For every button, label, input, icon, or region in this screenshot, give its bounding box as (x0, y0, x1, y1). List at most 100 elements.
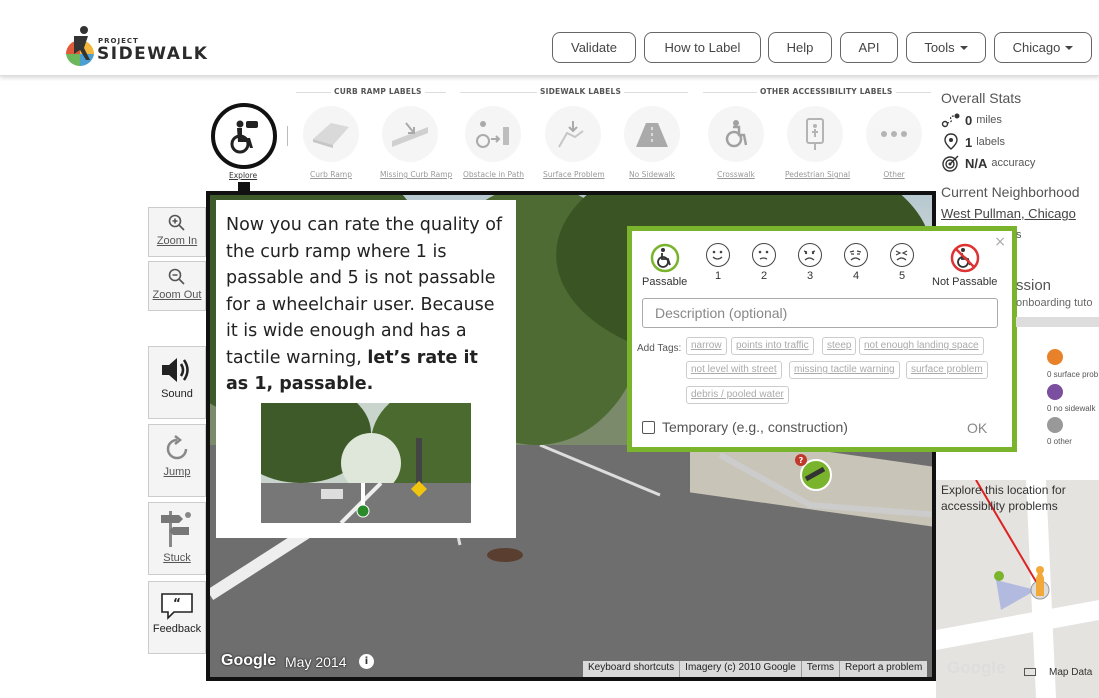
curb-ramp-tool[interactable]: Curb Ramp (301, 106, 361, 179)
speech-bubble-icon: “ (161, 593, 193, 620)
zoom-in-button[interactable]: Zoom In (148, 207, 206, 257)
obstacle-in-path-tool[interactable]: Obstacle in Path (463, 106, 524, 179)
more-dots-icon (866, 106, 922, 162)
sound-button[interactable]: Sound (148, 346, 206, 419)
crosswalk-tool[interactable]: Crosswalk (706, 106, 766, 179)
missing-curb-ramp-label: Missing Curb Ramp (380, 170, 453, 179)
tag-points-into-traffic[interactable]: points into traffic (731, 337, 814, 355)
miles-stat: 0 miles (941, 112, 1002, 128)
no-sidewalk-tool[interactable]: No Sidewalk (622, 106, 682, 179)
passable-wheelchair-icon (650, 243, 679, 273)
score-2-option[interactable]: 2 (752, 243, 776, 282)
not-passable-option[interactable]: Not Passable (932, 243, 997, 288)
pedestrian-signal-label: Pedestrian Signal (785, 170, 851, 179)
mission-subtitle-fragment: onboarding tuto (1016, 297, 1093, 309)
chevron-down-icon (1065, 45, 1074, 50)
obstacle-icon (465, 106, 521, 162)
project-sidewalk-logo[interactable]: PROJECT SIDEWALK (60, 24, 220, 70)
tag-not-enough-landing-space[interactable]: not enough landing space (859, 337, 984, 355)
keyboard-icon[interactable] (1024, 668, 1036, 676)
no-sidewalk-icon (624, 106, 680, 162)
google-logo: Google (221, 652, 277, 669)
zoom-out-label: Zoom Out (152, 289, 202, 301)
ok-button[interactable]: OK (967, 420, 987, 436)
current-neighborhood-title: Current Neighborhood (941, 184, 1080, 200)
curb-ramp-label: Curb Ramp (310, 170, 352, 179)
curb-ramp-icon (303, 106, 359, 162)
score-3-option[interactable]: 3 (798, 243, 822, 282)
other-label: Other (883, 170, 905, 179)
labels-unit: labels (976, 136, 1005, 148)
temporary-checkbox[interactable] (642, 420, 655, 434)
tag-not-level-with-street[interactable]: not level with street (686, 361, 782, 379)
explore-tool-button[interactable] (211, 103, 277, 169)
feedback-button[interactable]: “ Feedback (148, 581, 206, 654)
tutorial-text-plain: Now you can rate the quality of the curb… (226, 215, 503, 368)
severity-rating-popup: × Passable 1 2 3 4 5 Not Passable Descri… (627, 226, 1017, 452)
info-icon[interactable]: i (359, 654, 374, 669)
mission-title-fragment: ssion (1016, 277, 1052, 294)
no-sidewalk-label: No Sidewalk (629, 170, 675, 179)
terms-link[interactable]: Terms (802, 661, 841, 677)
passable-label: Passable (642, 276, 688, 288)
passable-option[interactable]: Passable (642, 243, 687, 288)
street-photo (261, 403, 471, 523)
score-5-option[interactable]: 5 (890, 243, 914, 282)
map-data-link[interactable]: Map Data (1049, 667, 1092, 678)
other-group-title: OTHER ACCESSIBILITY LABELS (757, 87, 896, 96)
surface-problem-tool[interactable]: Surface Problem (543, 106, 605, 179)
add-tags-label: Add Tags: (637, 343, 682, 354)
report-problem-link[interactable]: Report a problem (840, 661, 927, 677)
validate-button[interactable]: Validate (552, 32, 636, 63)
labels-stat: 1 labels (941, 133, 1005, 151)
chevron-down-icon (959, 45, 968, 50)
curb-ramp-marker-icon[interactable]: ? (794, 453, 834, 493)
temporary-checkbox-row[interactable]: Temporary (e.g., construction) (642, 419, 848, 435)
tag-debris-pooled-water[interactable]: debris / pooled water (686, 386, 789, 404)
tools-label: Tools (924, 40, 955, 55)
surface-problem-label: Surface Problem (543, 170, 605, 179)
api-button[interactable]: API (840, 32, 898, 63)
speaker-icon (162, 358, 189, 382)
imagery-date: May 2014 (285, 654, 347, 670)
jump-button[interactable]: Jump (148, 424, 206, 497)
tag-surface-problem[interactable]: surface problem (906, 361, 988, 379)
city-label: Chicago (1012, 40, 1061, 55)
zoom-out-button[interactable]: Zoom Out (148, 261, 206, 311)
stuck-button[interactable]: Stuck (148, 502, 206, 575)
mini-map-caption: Explore this location for accessibility … (941, 483, 1066, 513)
zoom-out-icon (168, 268, 185, 285)
keyboard-shortcuts-link[interactable]: Keyboard shortcuts (583, 661, 681, 677)
other-dot-icon (1047, 417, 1063, 433)
no-sidewalk-count: 0 no sidewalk (1047, 404, 1096, 413)
how-to-label-button[interactable]: How to Label (644, 32, 761, 63)
neighborhood-link[interactable]: West Pullman, Chicago (941, 206, 1076, 221)
face-crying-icon (890, 243, 914, 267)
imagery-credit: Imagery (c) 2010 Google (680, 661, 802, 677)
face-frown-icon (798, 243, 822, 267)
pedestrian-signal-icon (787, 106, 843, 162)
description-input[interactable]: Description (optional) (642, 298, 998, 328)
tools-dropdown[interactable]: Tools (906, 32, 986, 63)
tutorial-text: Now you can rate the quality of the curb… (226, 212, 506, 398)
score-1-label: 1 (714, 270, 722, 282)
sidewalk-group-title: SIDEWALK LABELS (537, 87, 625, 96)
accuracy-value: N/A (965, 155, 988, 171)
score-4-option[interactable]: 4 (844, 243, 868, 282)
wheelchair-binoculars-icon (230, 120, 258, 154)
tag-narrow[interactable]: narrow (686, 337, 727, 355)
help-button[interactable]: Help (768, 32, 832, 63)
tutorial-message: Now you can rate the quality of the curb… (216, 200, 516, 538)
tag-steep[interactable]: steep (822, 337, 857, 355)
no-sidewalk-dot-icon (1047, 384, 1063, 400)
pedestrian-signal-tool[interactable]: Pedestrian Signal (785, 106, 851, 179)
tutorial-example-image (261, 403, 471, 523)
temporary-label: Temporary (e.g., construction) (662, 419, 848, 435)
not-passable-icon (950, 243, 979, 273)
tag-missing-tactile-warning[interactable]: missing tactile warning (789, 361, 900, 379)
score-1-option[interactable]: 1 (706, 243, 730, 282)
city-dropdown[interactable]: Chicago (994, 32, 1092, 63)
other-tool[interactable]: Other (864, 106, 924, 179)
missing-curb-ramp-tool[interactable]: Missing Curb Ramp (380, 106, 453, 179)
crosswalk-label: Crosswalk (717, 170, 755, 179)
